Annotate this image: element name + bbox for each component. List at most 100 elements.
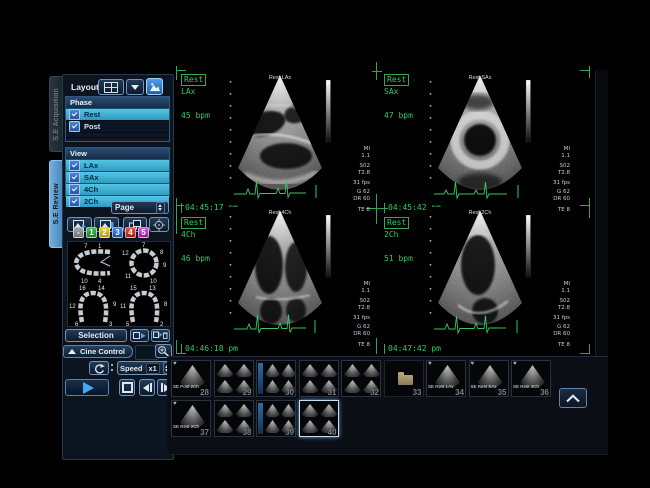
- score-button-1[interactable]: 1: [86, 227, 97, 238]
- svg-text:15: 15: [130, 286, 137, 292]
- phase-row-post[interactable]: Post: [66, 120, 169, 132]
- thumbnail-32[interactable]: 32: [341, 360, 381, 397]
- score-button-2[interactable]: 2: [99, 227, 110, 238]
- checkbox-checked-icon[interactable]: [69, 121, 80, 132]
- page-spinner[interactable]: [156, 202, 165, 214]
- delete-image-button[interactable]: [151, 329, 170, 342]
- segment-diagram-box[interactable]: 7 1 10 4 7 8 9 10 11 12 16 14 12 9 6: [67, 241, 171, 327]
- phase-row-rest[interactable]: Rest: [66, 108, 169, 120]
- score-button-none[interactable]: -: [73, 227, 84, 238]
- selection-button[interactable]: Selection: [65, 329, 127, 342]
- view-row-lax-label: LAx: [84, 161, 98, 170]
- quad-frame-mark: [372, 71, 382, 72]
- thumbnail-28[interactable]: ♥ SE Post 2Ch 28: [171, 360, 211, 397]
- view-row-2ch-label: 2Ch: [84, 197, 98, 206]
- page-button[interactable]: Page: [111, 201, 169, 214]
- image-arrow-icon: [133, 332, 146, 340]
- acquisition-params: MI1.1 S02T2.8 31 fpsG 62 DR 60TE 8: [536, 146, 570, 214]
- thumbnail-label: SE Rest LAx: [428, 384, 454, 389]
- thumbnail-35[interactable]: ♥ SE Rest SAx 35: [469, 360, 509, 397]
- phase-row-post-label: Post: [84, 122, 100, 131]
- speed-control[interactable]: Speed x1: [117, 361, 170, 375]
- quad-frame-mark: [176, 340, 177, 354]
- thumbnail-number: 32: [370, 388, 379, 397]
- ultrasound-image-rest-2ch[interactable]: Rest 2Ch: [428, 207, 533, 339]
- thumbnail-number: 38: [243, 428, 252, 437]
- view-row-sax[interactable]: SAx: [66, 171, 169, 183]
- score-button-4[interactable]: 4: [125, 227, 136, 238]
- quad-frame-mark: [176, 198, 177, 234]
- svg-text:9: 9: [113, 302, 117, 308]
- image-view-button[interactable]: [146, 78, 163, 95]
- thumbnail-39[interactable]: 39: [256, 400, 296, 437]
- loop-dots-icon: [111, 369, 113, 371]
- acquisition-params: MI1.1 S02T2.8 31 fpsG 62 DR 60TE 8: [336, 281, 370, 349]
- play-button[interactable]: [65, 379, 109, 396]
- cine-control-label: Cine Control: [80, 347, 125, 356]
- grid-2x2-icon: [104, 82, 118, 93]
- step-back-button[interactable]: [139, 379, 155, 396]
- svg-text:Rest 4Ch: Rest 4Ch: [269, 210, 292, 216]
- ultrasound-image-rest-4ch[interactable]: Rest 4Ch: [228, 207, 333, 339]
- thumbnail-31[interactable]: 31: [299, 360, 339, 397]
- score-1-label: 1: [89, 228, 93, 237]
- layout-dropdown[interactable]: [126, 79, 144, 95]
- checkbox-checked-icon[interactable]: [69, 196, 80, 207]
- thumbnail-30[interactable]: 30: [256, 360, 296, 397]
- heart-rate: 47 bpm: [384, 111, 413, 121]
- target-button[interactable]: [149, 217, 169, 232]
- thumbnail-number: 34: [455, 388, 464, 397]
- heart-icon: ♥: [471, 361, 475, 367]
- thumbnail-34[interactable]: ♥ SE Rest LAx 34: [426, 360, 466, 397]
- svg-text:3: 3: [109, 322, 113, 326]
- svg-text:14: 14: [98, 286, 105, 292]
- thumbnail-number: 28: [200, 388, 209, 397]
- view-panel: View LAx SAx 4Ch 2Ch: [65, 147, 170, 197]
- ultrasound-image-rest-lax[interactable]: Rest LAx: [228, 72, 333, 204]
- stop-icon: [122, 382, 133, 393]
- score-button-3[interactable]: 3: [112, 227, 123, 238]
- segment-diagram-4ch: 16 14 12 9 6 3: [68, 284, 119, 326]
- checkbox-checked-icon[interactable]: [69, 184, 80, 195]
- phase-panel-header: Phase: [66, 97, 169, 108]
- thumbnail-37[interactable]: ♥ SE Rest 2Ch 37: [171, 400, 211, 437]
- send-image-button[interactable]: [130, 329, 149, 342]
- segment-diagram-lax: 7 1 10 4: [68, 242, 119, 284]
- thumbnail-40-selected[interactable]: 40: [299, 400, 339, 437]
- image-icon: [149, 82, 161, 92]
- tab-se-acquisition[interactable]: S.E Acquisition: [49, 76, 63, 152]
- tab-se-review[interactable]: S.E Review: [49, 160, 63, 248]
- checkbox-checked-icon[interactable]: [69, 109, 80, 120]
- selection-button-label: Selection: [78, 331, 114, 340]
- loop-mode-button[interactable]: [89, 361, 109, 375]
- checkbox-checked-icon[interactable]: [69, 160, 80, 171]
- view-row-lax[interactable]: LAx: [66, 159, 169, 171]
- layout-grid-button[interactable]: [98, 79, 124, 95]
- filmstrip-collapse-button[interactable]: [559, 388, 587, 408]
- stop-button[interactable]: [119, 379, 135, 396]
- svg-text:2: 2: [160, 322, 164, 326]
- tab-se-review-label: S.E Review: [53, 183, 60, 224]
- thumbnail-38[interactable]: 38: [214, 400, 254, 437]
- score-3-label: 3: [115, 228, 119, 237]
- score-none-label: -: [77, 228, 80, 237]
- thumbnail-33-folder[interactable]: 33: [384, 360, 424, 397]
- heart-icon: ♥: [173, 361, 177, 367]
- collapse-triangle-icon: [68, 349, 76, 354]
- svg-text:8: 8: [164, 302, 168, 308]
- score-button-5[interactable]: 5: [138, 227, 149, 238]
- svg-text:11: 11: [120, 304, 127, 310]
- thumbnail-36[interactable]: ♥ SE Rest 4Ch 36: [511, 360, 551, 397]
- svg-text:7: 7: [142, 243, 146, 249]
- ultrasound-image-rest-sax[interactable]: Rest SAx: [428, 72, 533, 204]
- cine-control-header[interactable]: Cine Control: [63, 345, 133, 358]
- thumbnail-29[interactable]: 29: [214, 360, 254, 397]
- acquisition-params: MI1.1 S02T2.8 31 fpsG 62 DR 60TE 8: [336, 146, 370, 214]
- chevron-up-icon: [565, 394, 581, 403]
- heart-icon: ♥: [173, 401, 177, 407]
- view-row-4ch[interactable]: 4Ch: [66, 183, 169, 195]
- svg-text:11: 11: [125, 274, 132, 280]
- phase-row-empty: [66, 137, 169, 142]
- step-bar-icon: [150, 383, 152, 392]
- checkbox-checked-icon[interactable]: [69, 172, 80, 183]
